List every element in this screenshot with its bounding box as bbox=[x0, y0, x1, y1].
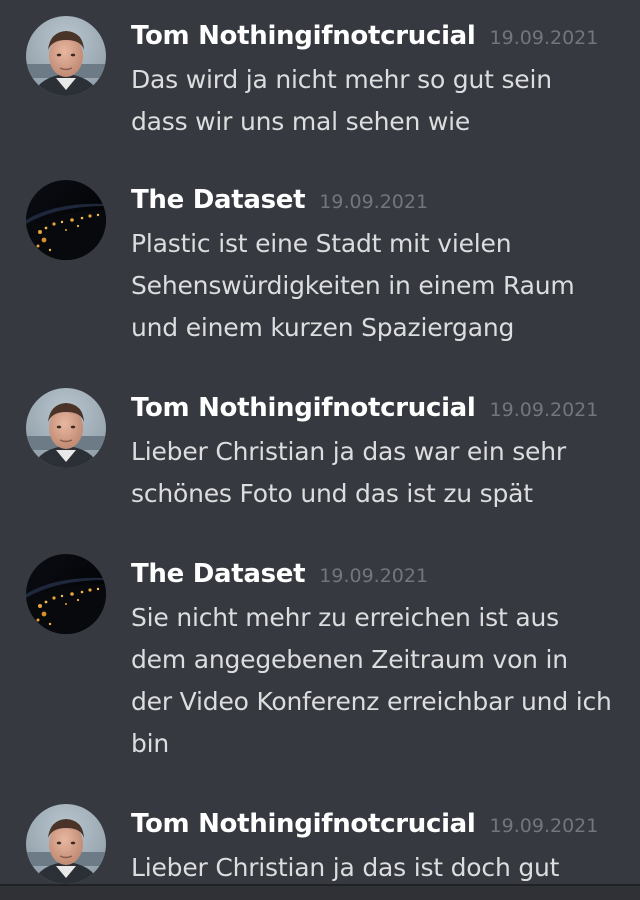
message-text: Lieber Christian ja das war ein sehr sch… bbox=[131, 437, 566, 508]
timestamp: 19.09.2021 bbox=[319, 191, 429, 213]
timestamp: 19.09.2021 bbox=[489, 399, 599, 421]
author-name[interactable]: Tom Nothingifnotcrucial bbox=[131, 393, 476, 423]
message-text: Das wird ja nicht mehr so gut sein dass … bbox=[131, 65, 552, 136]
message-text: Sie nicht mehr zu erreichen ist aus dem … bbox=[131, 603, 612, 758]
man-portrait-avatar[interactable] bbox=[26, 804, 106, 884]
message-text: Lieber Christian ja das ist doch gut bbox=[131, 853, 560, 882]
man-portrait-avatar[interactable] bbox=[26, 16, 106, 96]
author-name[interactable]: The Dataset bbox=[131, 559, 306, 589]
composer-bar-edge bbox=[0, 884, 640, 900]
timestamp: 19.09.2021 bbox=[489, 815, 599, 837]
author-name[interactable]: Tom Nothingifnotcrucial bbox=[131, 21, 476, 51]
earth-at-night-avatar[interactable] bbox=[26, 554, 106, 634]
man-portrait-avatar[interactable] bbox=[26, 388, 106, 468]
author-name[interactable]: Tom Nothingifnotcrucial bbox=[131, 809, 476, 839]
timestamp: 19.09.2021 bbox=[319, 565, 429, 587]
message-text: Plastic ist eine Stadt mit vielen Sehens… bbox=[131, 229, 575, 342]
author-name[interactable]: The Dataset bbox=[131, 185, 306, 215]
message-list: Tom Nothingifnotcrucial 19.09.2021 Das wi… bbox=[0, 0, 640, 884]
earth-at-night-avatar[interactable] bbox=[26, 180, 106, 260]
timestamp: 19.09.2021 bbox=[489, 27, 599, 49]
